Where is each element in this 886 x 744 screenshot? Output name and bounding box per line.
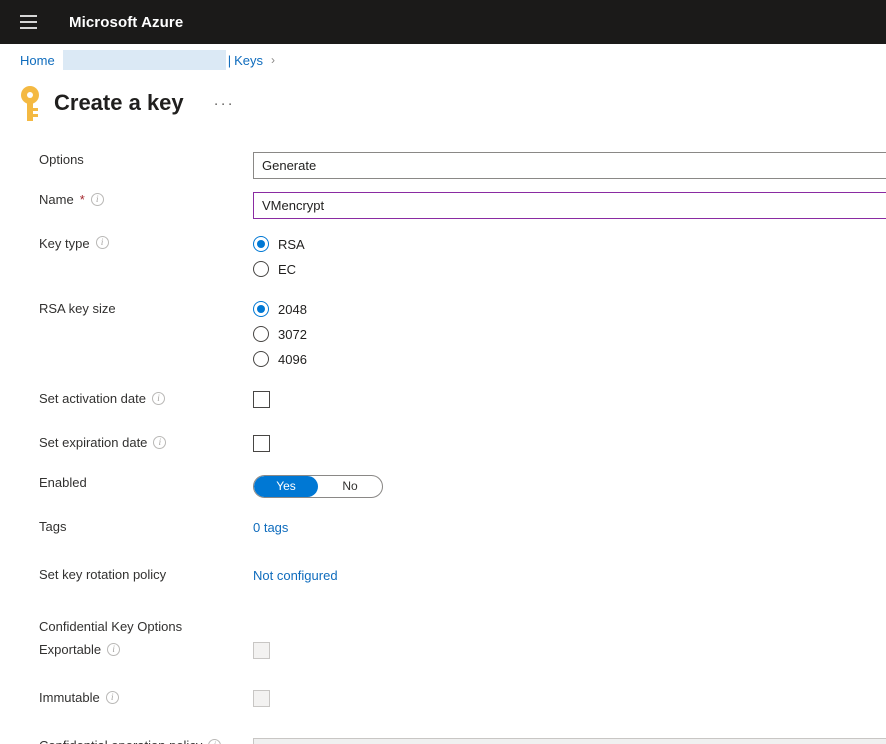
label-enabled-text: Enabled bbox=[39, 475, 87, 490]
hamburger-menu-icon[interactable] bbox=[14, 8, 42, 36]
more-options-icon[interactable]: ··· bbox=[210, 93, 239, 114]
field-row-rsa-key-size: RSA key size 2048 3072 4096 bbox=[0, 301, 886, 367]
create-key-form: Options Generate Name * i Key type i bbox=[0, 130, 886, 744]
label-rsa-key-size: RSA key size bbox=[0, 301, 253, 316]
label-confidential-operation-policy: Confidential operation policy i bbox=[0, 738, 253, 744]
radio-rsa-size-2048[interactable]: 2048 bbox=[253, 301, 886, 317]
key-icon bbox=[18, 83, 44, 123]
field-row-set-activation-date: Set activation date i bbox=[0, 391, 886, 419]
breadcrumb-separator: | bbox=[227, 52, 232, 68]
label-confidential-operation-policy-text: Confidential operation policy bbox=[39, 738, 202, 744]
field-row-confidential-operation-policy: Confidential operation policy i bbox=[0, 738, 886, 744]
radio-key-type-ec-label: EC bbox=[278, 261, 297, 277]
checkbox-exportable bbox=[253, 642, 270, 659]
page-title-row: Create a key ··· bbox=[0, 76, 886, 130]
label-set-activation-date-text: Set activation date bbox=[39, 391, 146, 406]
label-options-text: Options bbox=[39, 152, 84, 167]
label-set-activation-date: Set activation date i bbox=[0, 391, 253, 406]
radio-rsa-size-2048-label: 2048 bbox=[278, 301, 307, 317]
label-exportable: Exportable i bbox=[0, 642, 253, 657]
page-title: Create a key bbox=[54, 90, 184, 115]
enabled-toggle[interactable]: Yes No bbox=[253, 475, 383, 498]
label-key-type-text: Key type bbox=[39, 236, 90, 251]
info-icon[interactable]: i bbox=[105, 691, 119, 704]
info-icon[interactable]: i bbox=[107, 643, 121, 656]
field-row-enabled: Enabled Yes No bbox=[0, 475, 886, 503]
azure-top-bar: Microsoft Azure bbox=[0, 0, 886, 44]
info-icon[interactable]: i bbox=[151, 392, 165, 405]
label-name-text: Name bbox=[39, 192, 74, 207]
label-name: Name * i bbox=[0, 192, 253, 207]
field-row-key-rotation-policy: Set key rotation policy Not configured bbox=[0, 567, 886, 595]
radio-mark-icon bbox=[253, 326, 269, 342]
enabled-toggle-yes[interactable]: Yes bbox=[254, 476, 318, 497]
radio-mark-icon bbox=[253, 261, 269, 277]
field-row-tags: Tags 0 tags bbox=[0, 519, 886, 547]
breadcrumb: Home | Keys › bbox=[0, 44, 886, 76]
field-row-name: Name * i bbox=[0, 192, 886, 220]
radio-rsa-size-4096-label: 4096 bbox=[278, 351, 307, 367]
radio-key-type-rsa-label: RSA bbox=[278, 236, 305, 252]
azure-brand-title[interactable]: Microsoft Azure bbox=[69, 14, 183, 31]
label-tags-text: Tags bbox=[39, 519, 67, 534]
label-immutable: Immutable i bbox=[0, 690, 253, 705]
info-icon[interactable]: i bbox=[153, 436, 167, 449]
label-key-rotation-policy: Set key rotation policy bbox=[0, 567, 253, 582]
field-row-exportable: Exportable i bbox=[0, 642, 886, 670]
radio-key-type-rsa[interactable]: RSA bbox=[253, 236, 886, 252]
radio-mark-icon bbox=[253, 236, 269, 252]
label-exportable-text: Exportable bbox=[39, 642, 102, 657]
checkbox-set-expiration-date[interactable] bbox=[253, 435, 270, 452]
field-row-options: Options Generate bbox=[0, 152, 886, 180]
required-asterisk: * bbox=[79, 192, 85, 207]
info-icon[interactable]: i bbox=[208, 739, 222, 744]
label-rsa-key-size-text: RSA key size bbox=[39, 301, 116, 316]
radio-mark-icon bbox=[253, 351, 269, 367]
rsa-key-size-radio-group: 2048 3072 4096 bbox=[253, 301, 886, 367]
checkbox-set-activation-date[interactable] bbox=[253, 391, 270, 408]
info-icon[interactable]: i bbox=[95, 236, 109, 249]
field-row-key-type: Key type i RSA EC bbox=[0, 236, 886, 277]
enabled-toggle-no[interactable]: No bbox=[318, 476, 382, 497]
name-input[interactable] bbox=[253, 192, 886, 219]
label-set-expiration-date: Set expiration date i bbox=[0, 435, 253, 450]
breadcrumb-redacted-resource bbox=[62, 50, 226, 70]
tags-link[interactable]: 0 tags bbox=[253, 520, 288, 535]
radio-rsa-size-3072[interactable]: 3072 bbox=[253, 326, 886, 342]
field-row-immutable: Immutable i bbox=[0, 690, 886, 718]
label-key-rotation-policy-text: Set key rotation policy bbox=[39, 567, 167, 582]
label-options: Options bbox=[0, 152, 253, 167]
label-enabled: Enabled bbox=[0, 475, 253, 490]
label-key-type: Key type i bbox=[0, 236, 253, 251]
label-set-expiration-date-text: Set expiration date bbox=[39, 435, 148, 450]
radio-key-type-ec[interactable]: EC bbox=[253, 261, 886, 277]
key-rotation-policy-link[interactable]: Not configured bbox=[253, 568, 338, 583]
key-type-radio-group: RSA EC bbox=[253, 236, 886, 277]
radio-rsa-size-4096[interactable]: 4096 bbox=[253, 351, 886, 367]
label-immutable-text: Immutable bbox=[39, 690, 100, 705]
confidential-key-options-heading: Confidential Key Options bbox=[39, 619, 183, 634]
confidential-operation-policy-input bbox=[253, 738, 886, 744]
options-select[interactable]: Generate bbox=[253, 152, 886, 179]
breadcrumb-chevron-icon: › bbox=[270, 53, 275, 67]
radio-rsa-size-3072-label: 3072 bbox=[278, 326, 307, 342]
field-row-set-expiration-date: Set expiration date i bbox=[0, 435, 886, 463]
breadcrumb-home-link[interactable]: Home bbox=[20, 53, 55, 68]
info-icon[interactable]: i bbox=[90, 193, 104, 206]
breadcrumb-keys-link[interactable]: Keys bbox=[234, 53, 263, 68]
checkbox-immutable bbox=[253, 690, 270, 707]
radio-mark-icon bbox=[253, 301, 269, 317]
label-tags: Tags bbox=[0, 519, 253, 534]
